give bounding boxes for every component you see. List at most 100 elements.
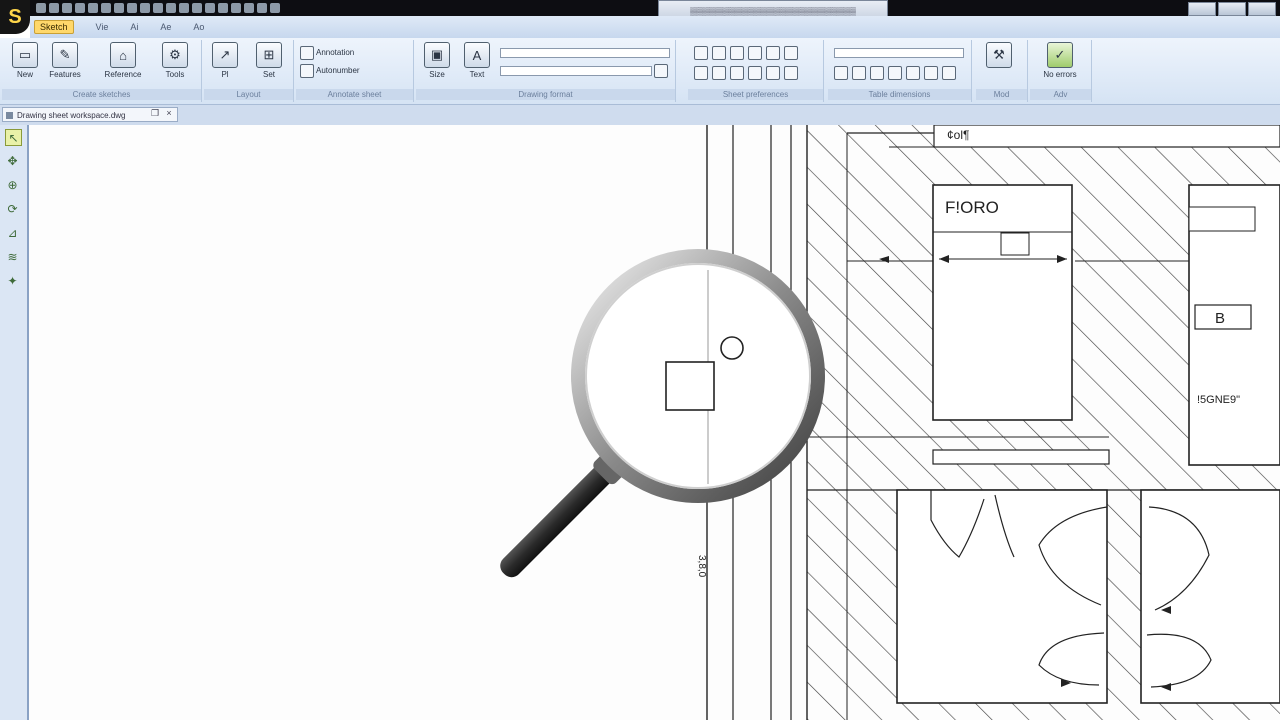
close-button[interactable]	[1248, 2, 1276, 16]
diameter-dim-icon[interactable]	[906, 66, 920, 80]
orbit-tool-icon[interactable]: ⟳	[5, 201, 20, 216]
magnifier-icon	[500, 249, 825, 578]
line-style-selector[interactable]	[500, 48, 670, 58]
magnified-circle	[720, 336, 744, 360]
app-logo[interactable]: S	[0, 0, 30, 34]
maximize-button[interactable]	[1218, 2, 1246, 16]
aligned-dim-icon[interactable]	[852, 66, 866, 80]
leader-icon[interactable]	[942, 66, 956, 80]
tab-view[interactable]: Vie	[96, 22, 109, 32]
select-tool-icon[interactable]: ↖	[5, 129, 22, 146]
text-button[interactable]: A Text	[460, 42, 494, 79]
minimize-button[interactable]	[1188, 2, 1216, 16]
new-sketch-button[interactable]: ▭ New	[8, 42, 42, 79]
dropdown-icon[interactable]	[654, 64, 668, 78]
properties-tool-icon[interactable]: ✦	[5, 273, 20, 288]
tab-annotate[interactable]: Ai	[130, 22, 138, 32]
annotation-icon[interactable]	[300, 46, 314, 60]
qat-select-icon[interactable]	[166, 3, 176, 13]
check-icon: ✓	[1047, 42, 1073, 68]
snap-icon[interactable]	[784, 46, 798, 60]
new-sheet-icon: ▭	[12, 42, 38, 68]
measure-tool-icon[interactable]: ⊿	[5, 225, 20, 240]
qat-open-icon[interactable]	[88, 3, 98, 13]
size-button[interactable]: ▣ Size	[420, 42, 454, 79]
zoom-tool-icon[interactable]: ⊕	[5, 177, 20, 192]
extend-icon[interactable]	[784, 66, 798, 80]
qat-cut-icon[interactable]	[114, 3, 124, 13]
top-band	[933, 124, 1280, 148]
qat-grid-icon[interactable]	[244, 3, 254, 13]
table-icon[interactable]	[924, 66, 938, 80]
set-icon: ⊞	[256, 42, 282, 68]
ribbon-group-table-dimensions: Table dimensions	[828, 40, 972, 102]
move-icon[interactable]	[694, 66, 708, 80]
size-icon: ▣	[424, 42, 450, 68]
text-icon: A	[464, 42, 490, 68]
drawing-label-b: B	[1215, 310, 1225, 327]
linear-dim-icon[interactable]	[834, 66, 848, 80]
reference-button[interactable]: ⌂ Reference	[105, 42, 141, 79]
magnifier-tool[interactable]	[428, 248, 828, 618]
qat-arc-icon[interactable]	[192, 3, 202, 13]
tab-analyze[interactable]: Ae	[160, 22, 171, 32]
room-box-main	[932, 184, 1073, 421]
features-button[interactable]: ✎ Features	[48, 42, 82, 79]
qat-new-icon[interactable]	[101, 3, 111, 13]
rotate-icon[interactable]	[712, 66, 726, 80]
angular-dim-icon[interactable]	[870, 66, 884, 80]
place-button[interactable]: ↗ Pl	[208, 42, 242, 79]
drawing-label-top: ¢ol¶	[947, 128, 969, 142]
qat-circle-icon[interactable]	[205, 3, 215, 13]
align-center-icon[interactable]	[712, 46, 726, 60]
tab-output[interactable]: Ao	[193, 22, 204, 32]
tab-sketch[interactable]: Sketch	[34, 20, 74, 34]
magnified-square	[665, 361, 715, 411]
ribbon-group-drawing-format: ▣ Size A Text Drawing format	[416, 40, 676, 102]
line-weight-selector[interactable]	[500, 66, 652, 76]
ribbon-group-advanced: ✓ No errors Adv	[1030, 40, 1092, 102]
scale-icon[interactable]	[748, 66, 762, 80]
qat-layer-icon[interactable]	[231, 3, 241, 13]
tab-restore-icon[interactable]: ❐	[150, 108, 160, 118]
trim-icon[interactable]	[766, 66, 780, 80]
align-right-icon[interactable]	[730, 46, 744, 60]
check-errors-button[interactable]: ✓ No errors	[1040, 42, 1080, 79]
document-icon	[6, 112, 13, 119]
modify-button[interactable]: ⚒	[982, 42, 1016, 68]
set-button[interactable]: ⊞ Set	[252, 42, 286, 79]
layers-tool-icon[interactable]: ≋	[5, 249, 20, 264]
qat-paste-icon[interactable]	[140, 3, 150, 13]
mirror-icon[interactable]	[730, 66, 744, 80]
qat-more-icon[interactable]	[270, 3, 280, 13]
grid-icon[interactable]	[748, 46, 762, 60]
qat-dim-icon[interactable]	[218, 3, 228, 13]
drawing-label-room: F!ORO	[945, 198, 999, 217]
qat-redo-icon[interactable]	[62, 3, 72, 13]
qat-line-icon[interactable]	[179, 3, 189, 13]
ribbon-group-annotate: Annotation Autonumber Annotate sheet	[296, 40, 414, 102]
qat-copy-icon[interactable]	[127, 3, 137, 13]
room-box-lower-right	[1140, 489, 1280, 704]
qat-undo-icon[interactable]	[49, 3, 59, 13]
document-tab-label: Drawing sheet workspace.dwg	[17, 111, 126, 120]
autonumber-link[interactable]: Autonumber	[316, 66, 360, 75]
ribbon-group-create: ▭ New ✎ Features ⌂ Reference ⚙ Tools Cre…	[2, 40, 202, 102]
annotation-link[interactable]: Annotation	[316, 48, 354, 57]
qat-snap-icon[interactable]	[257, 3, 267, 13]
tools-button[interactable]: ⚙ Tools	[158, 42, 192, 79]
pan-tool-icon[interactable]: ✥	[5, 153, 20, 168]
reference-icon: ⌂	[110, 42, 136, 68]
radius-dim-icon[interactable]	[888, 66, 902, 80]
tab-close-icon[interactable]: ×	[164, 108, 174, 118]
align-left-icon[interactable]	[694, 46, 708, 60]
qat-save-icon[interactable]	[36, 3, 46, 13]
qat-zoom-icon[interactable]	[153, 3, 163, 13]
document-tab-bar: Drawing sheet workspace.dwg ❐ ×	[0, 105, 1280, 126]
ribbon-tab-bar: Sketch Vie Ai Ae Ao	[30, 16, 1280, 38]
qat-print-icon[interactable]	[75, 3, 85, 13]
autonumber-icon[interactable]	[300, 64, 314, 78]
dimension-style-selector[interactable]	[834, 48, 964, 58]
layer-icon[interactable]	[766, 46, 780, 60]
window-controls	[1188, 2, 1276, 16]
